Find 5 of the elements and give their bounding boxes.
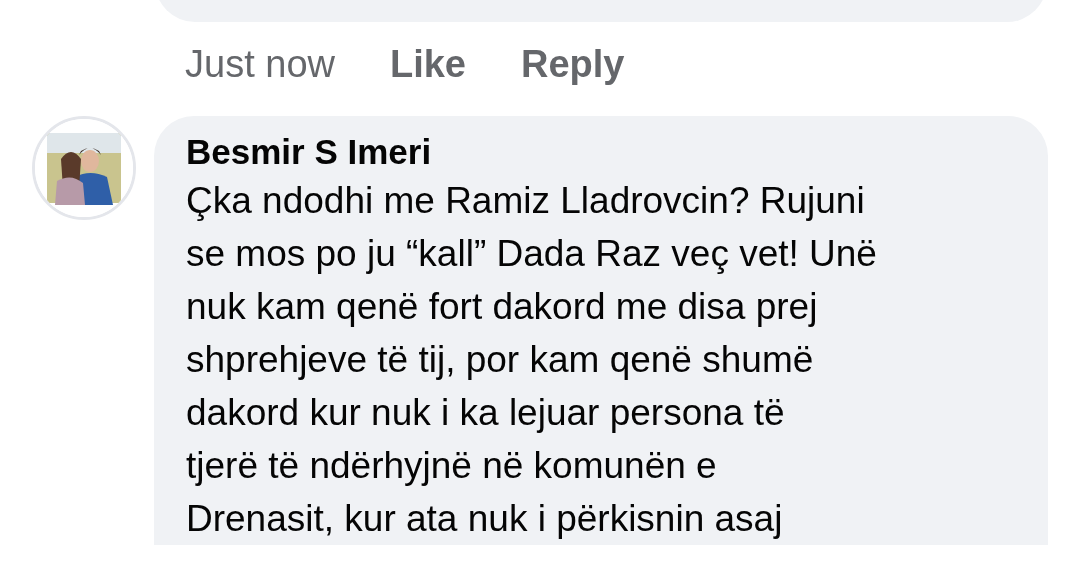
- like-button[interactable]: Like: [389, 34, 466, 94]
- comment-text: Çka ndodhi me Ramiz Lladrovcin? Rujuni se mos po ju “kall” Dada Raz veç vet! Unë nuk kam qenë fort dakord me disa prej shprehjeve të tij, por kam qenë shumë dakord kur nuk i ka lejuar persona të tjerë të ndërhyjnë në komunën e Drenasit, kur ata nuk i përkisnin asaj: [186, 179, 878, 541]
- author-name[interactable]: Besmir S Imeri: [186, 130, 1028, 174]
- reply-button[interactable]: Reply: [521, 34, 625, 94]
- timestamp: Just now: [185, 42, 335, 87]
